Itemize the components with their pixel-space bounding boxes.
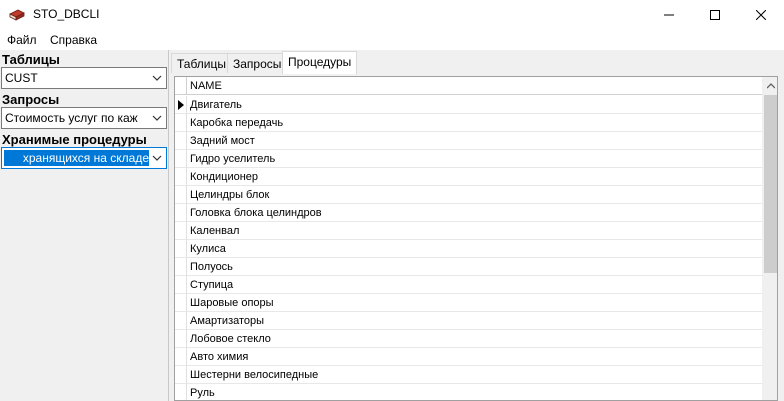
row-indicator[interactable]: [175, 168, 187, 186]
cell-name[interactable]: Кулиса: [190, 243, 226, 255]
current-row-arrow-icon: [178, 100, 184, 110]
queries-combo[interactable]: Стоимость услуг по каж: [1, 107, 167, 129]
tab-procedures[interactable]: Процедуры: [282, 51, 358, 74]
cell-name[interactable]: Полуось: [190, 261, 233, 273]
row-indicator[interactable]: [175, 294, 187, 312]
table-row[interactable]: Каробка передачь: [175, 114, 762, 132]
chevron-down-icon: [152, 155, 162, 161]
row-indicator[interactable]: [175, 258, 187, 276]
procedures-grid[interactable]: NAME Двигатель Каробка передачь Задний мос…: [174, 76, 778, 401]
minimize-icon: [664, 14, 674, 16]
tables-combo[interactable]: CUST: [1, 67, 167, 89]
tab-tables[interactable]: Таблицы: [171, 53, 233, 73]
table-row[interactable]: Задний мост: [175, 132, 762, 150]
maximize-button[interactable]: [692, 0, 738, 30]
cell-name[interactable]: Кондиционер: [190, 171, 258, 183]
scroll-up-arrow-icon: [766, 82, 775, 88]
menu-bar: Файл Справка: [0, 30, 784, 50]
table-row[interactable]: Головка блока целиндров: [175, 204, 762, 222]
cell-name[interactable]: Амартизаторы: [190, 315, 264, 327]
table-row[interactable]: Авто химия: [175, 348, 762, 366]
cell-name[interactable]: Каробка передачь: [190, 117, 283, 129]
maximize-icon: [710, 10, 720, 20]
table-row[interactable]: Руль: [175, 384, 762, 400]
chevron-down-icon: [152, 75, 162, 81]
table-row[interactable]: Полуось: [175, 258, 762, 276]
menu-file[interactable]: Файл: [7, 33, 37, 47]
queries-label: Запросы: [2, 92, 60, 107]
row-indicator[interactable]: [175, 150, 187, 168]
cell-name[interactable]: Целиндры блок: [190, 189, 269, 201]
cell-name[interactable]: Руль: [190, 387, 215, 399]
vertical-scrollbar[interactable]: [762, 77, 777, 400]
row-indicator[interactable]: [175, 240, 187, 258]
tables-combo-value: CUST: [5, 71, 38, 85]
cell-name[interactable]: Лобовое стекло: [190, 333, 271, 345]
row-indicator[interactable]: [175, 384, 187, 400]
minimize-button[interactable]: [646, 0, 692, 30]
scrollbar-thumb[interactable]: [764, 95, 777, 273]
procedures-combo[interactable]: хранящихся на складе: [1, 147, 167, 169]
cell-name[interactable]: Каленвал: [190, 225, 239, 237]
row-indicator[interactable]: [175, 114, 187, 132]
column-header-name[interactable]: NAME: [190, 80, 222, 92]
chevron-down-icon: [152, 115, 162, 121]
row-indicator-header: [175, 77, 187, 95]
procedures-label: Хранимые процедуры: [2, 132, 147, 147]
table-row[interactable]: Шаровые опоры: [175, 294, 762, 312]
cell-name[interactable]: Головка блока целиндров: [190, 207, 322, 219]
grid-header: NAME: [175, 77, 762, 95]
close-icon: [756, 10, 766, 20]
row-indicator[interactable]: [175, 96, 187, 114]
cell-name[interactable]: Шестерни велосипедные: [190, 369, 318, 381]
tables-label: Таблицы: [2, 52, 60, 67]
menu-help[interactable]: Справка: [50, 33, 97, 47]
table-row[interactable]: Кондиционер: [175, 168, 762, 186]
table-row[interactable]: Лобовое стекло: [175, 330, 762, 348]
title-bar: STO_DBCLI: [0, 0, 784, 30]
left-panel: Таблицы CUST Запросы Стоимость услуг по …: [0, 50, 169, 401]
table-row[interactable]: Ступица: [175, 276, 762, 294]
row-indicator[interactable]: [175, 348, 187, 366]
row-indicator[interactable]: [175, 330, 187, 348]
table-row[interactable]: Гидро уселитель: [175, 150, 762, 168]
row-indicator[interactable]: [175, 222, 187, 240]
cell-name[interactable]: Задний мост: [190, 135, 255, 147]
row-indicator[interactable]: [175, 366, 187, 384]
scroll-up-button[interactable]: [762, 77, 777, 94]
window-title: STO_DBCLI: [33, 7, 100, 21]
row-indicator[interactable]: [175, 186, 187, 204]
cell-name[interactable]: Шаровые опоры: [190, 297, 274, 309]
table-row[interactable]: Каленвал: [175, 222, 762, 240]
table-row[interactable]: Целиндры блок: [175, 186, 762, 204]
row-indicator[interactable]: [175, 204, 187, 222]
cell-name[interactable]: Ступица: [190, 279, 233, 291]
row-indicator[interactable]: [175, 276, 187, 294]
books-icon: [9, 9, 25, 21]
table-row[interactable]: Шестерни велосипедные: [175, 366, 762, 384]
row-indicator[interactable]: [175, 132, 187, 150]
cell-name[interactable]: Двигатель: [190, 99, 242, 111]
table-row[interactable]: Кулиса: [175, 240, 762, 258]
cell-name[interactable]: Гидро уселитель: [190, 153, 275, 165]
table-row[interactable]: Двигатель: [175, 96, 762, 114]
row-indicator[interactable]: [175, 312, 187, 330]
procedures-combo-value: хранящихся на складе: [4, 150, 149, 166]
cell-name[interactable]: Авто химия: [190, 351, 248, 363]
queries-combo-value: Стоимость услуг по каж: [5, 111, 138, 125]
table-row[interactable]: Амартизаторы: [175, 312, 762, 330]
tab-queries[interactable]: Запросы: [227, 53, 288, 73]
close-button[interactable]: [738, 0, 784, 30]
